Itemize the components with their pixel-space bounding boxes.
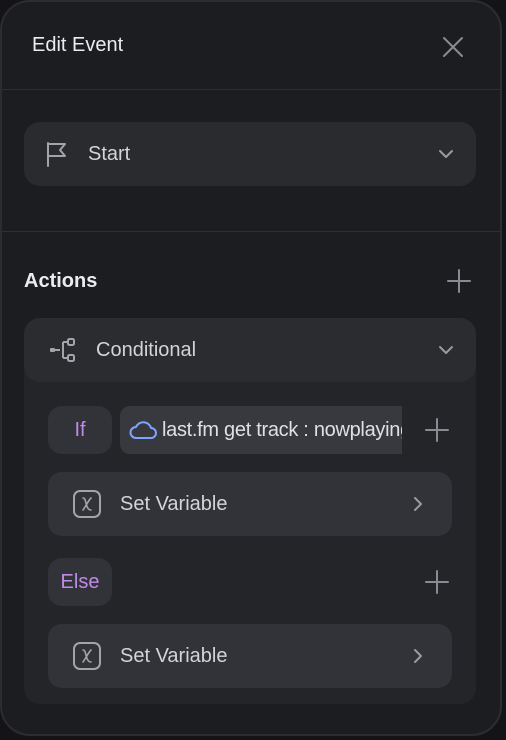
actions-heading: Actions [24,270,98,292]
plus-icon [447,269,471,293]
else-keyword-button[interactable]: Else [48,558,112,606]
close-button[interactable] [438,32,468,62]
panel-title: Edit Event [32,34,124,56]
else-label: Else [60,570,100,593]
add-action-button[interactable] [444,266,474,296]
trigger-dropdown[interactable]: Start [24,122,476,186]
if-label: If [74,418,86,441]
chevron-right-icon [414,649,422,663]
conditional-block: Conditional If last.fm get track : nowpl… [24,318,476,704]
else-action-label: Set Variable [120,645,228,667]
close-icon [443,37,463,57]
variable-icon [73,642,101,670]
plus-icon [425,418,449,442]
branch-icon [50,338,75,362]
chevron-down-icon [439,346,453,354]
chevron-right-icon [414,497,422,511]
plus-icon [425,570,449,594]
flag-icon [47,142,66,167]
if-expression-chip[interactable]: last.fm get track : nowplaying [120,406,402,454]
conditional-label: Conditional [96,339,197,361]
if-action-label: Set Variable [120,493,228,515]
add-else-action-button[interactable] [422,567,452,597]
if-expression-text: last.fm get track : nowplaying [162,418,402,441]
panel-header: Edit Event [2,2,500,90]
if-keyword-button[interactable]: If [48,406,112,454]
chevron-down-icon [439,150,453,158]
else-action-set-variable[interactable]: Set Variable [48,624,452,688]
edit-event-panel: Edit Event Start Actions Conditional If … [0,0,502,736]
if-action-set-variable[interactable]: Set Variable [48,472,452,536]
trigger-selected-label: Start [88,143,131,165]
add-if-action-button[interactable] [422,415,452,445]
trigger-section: Start [2,90,500,232]
variable-icon [73,490,101,518]
cloud-icon [129,421,157,439]
conditional-header[interactable]: Conditional [24,318,476,382]
